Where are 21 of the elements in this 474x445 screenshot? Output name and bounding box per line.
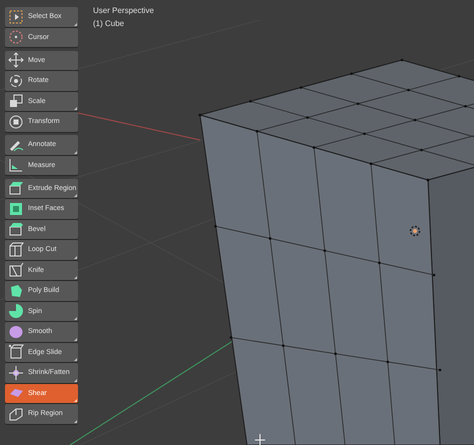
object-label: (1) Cube	[93, 19, 126, 28]
dashed-circle-icon	[8, 29, 24, 46]
scale-squares-icon	[8, 93, 24, 110]
sphere-icon	[8, 324, 24, 340]
extrude-box-icon	[8, 180, 24, 196]
crosshair-icon	[254, 434, 266, 445]
dashed-square-icon	[8, 8, 24, 25]
transform-circle-icon	[8, 114, 24, 130]
edge-slide-icon	[8, 344, 24, 360]
light-icon	[410, 226, 420, 236]
bevel-box-icon	[8, 221, 24, 238]
circular-arrows-icon	[8, 72, 24, 89]
loop-cut-icon	[8, 242, 24, 258]
polygon-icon	[8, 282, 24, 299]
rip-box-icon	[8, 406, 24, 422]
ruler-icon	[8, 157, 24, 174]
view-name: User Perspective	[93, 6, 154, 15]
cross-arrows-icon	[8, 52, 24, 68]
inset-square-icon	[8, 200, 24, 217]
shrink-arrows-icon	[8, 364, 24, 381]
knife-cube-icon	[8, 262, 24, 278]
